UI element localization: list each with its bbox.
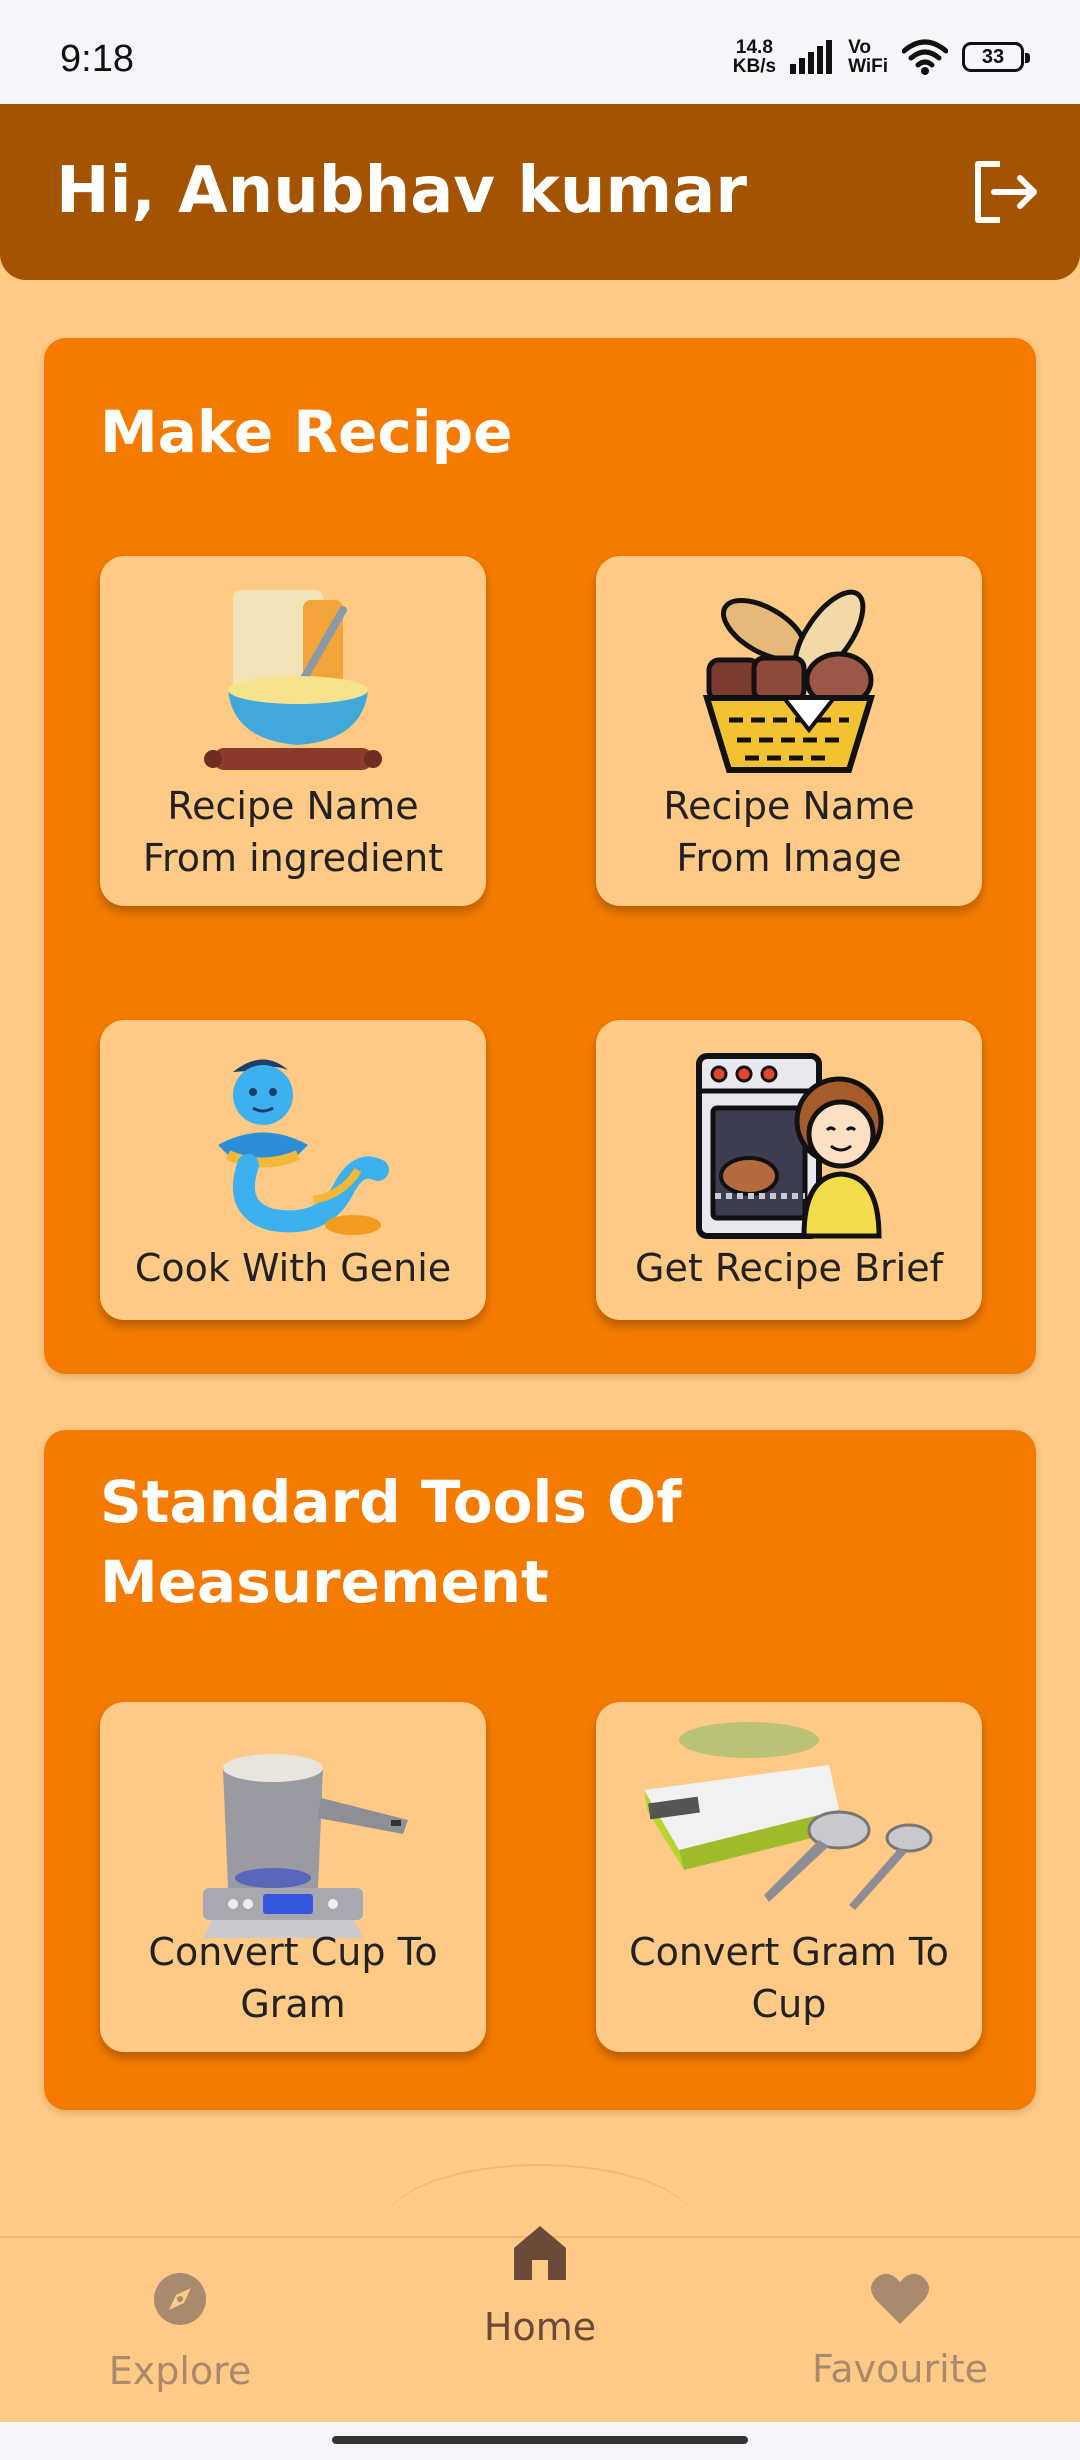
measurement-tools-card: Standard Tools Of Measurement Convert Cu… <box>44 1430 1036 2110</box>
wifi-icon <box>902 39 948 75</box>
cook-with-genie-tile[interactable]: Cook With Genie <box>100 1020 486 1320</box>
nav-favourite[interactable]: Favourite <box>800 2270 1000 2394</box>
nav-explore[interactable]: Explore <box>100 2270 260 2396</box>
status-icons: 14.8 KB/s Vo WiFi 33 <box>732 37 1030 77</box>
status-bar: 9:18 14.8 KB/s Vo WiFi 33 <box>0 0 1080 104</box>
home-icon <box>514 2226 566 2280</box>
recipe-from-ingredient-tile[interactable]: Recipe Name From ingredient <box>100 556 486 906</box>
make-recipe-card: Make Recipe Recipe Name From ingredient <box>44 338 1036 1374</box>
scale-and-spoons-icon <box>644 1722 933 1910</box>
nav-explore-label: Explore <box>108 2349 252 2393</box>
app-header: Hi, Anubhav kumar <box>0 104 1080 280</box>
network-speed: 14.8 KB/s <box>732 37 777 77</box>
heart-icon <box>871 2273 929 2324</box>
nav-favourite-label: Favourite <box>812 2347 988 2391</box>
tile-label: Convert Cup To Gram <box>148 1930 438 2026</box>
genie-icon <box>218 1059 389 1235</box>
compass-icon <box>154 2273 206 2325</box>
signal-icon <box>790 40 833 74</box>
make-recipe-title: Make Recipe <box>100 398 513 466</box>
nav-home-label: Home <box>483 2305 597 2349</box>
nav-home[interactable]: Home <box>460 2220 620 2352</box>
vowifi-indicator: Vo WiFi <box>848 37 888 77</box>
tile-label: Convert Gram To Cup <box>629 1930 949 2026</box>
recipe-from-image-tile[interactable]: Recipe Name From Image <box>596 556 982 906</box>
gram-to-cup-tile[interactable]: Convert Gram To Cup <box>596 1702 982 2052</box>
home-indicator[interactable] <box>332 2436 748 2444</box>
get-recipe-brief-tile[interactable]: Get Recipe Brief <box>596 1020 982 1320</box>
mixing-bowl-icon <box>204 590 382 770</box>
tile-label: Recipe Name From Image <box>663 784 915 880</box>
battery-indicator: 33 <box>962 42 1030 72</box>
tile-label: Cook With Genie <box>134 1246 452 1290</box>
tile-label: Recipe Name From ingredient <box>142 784 444 880</box>
cup-to-gram-tile[interactable]: Convert Cup To Gram <box>100 1702 486 2052</box>
status-time: 9:18 <box>60 38 134 80</box>
chef-oven-icon <box>696 1053 884 1239</box>
measurement-tools-title: Standard Tools Of Measurement <box>100 1468 682 1616</box>
logout-icon[interactable] <box>964 152 1044 232</box>
cup-on-scale-icon <box>203 1754 408 1938</box>
greeting-title: Hi, Anubhav kumar <box>56 154 747 228</box>
bread-basket-icon <box>702 589 876 773</box>
tile-label: Get Recipe Brief <box>635 1246 943 1290</box>
